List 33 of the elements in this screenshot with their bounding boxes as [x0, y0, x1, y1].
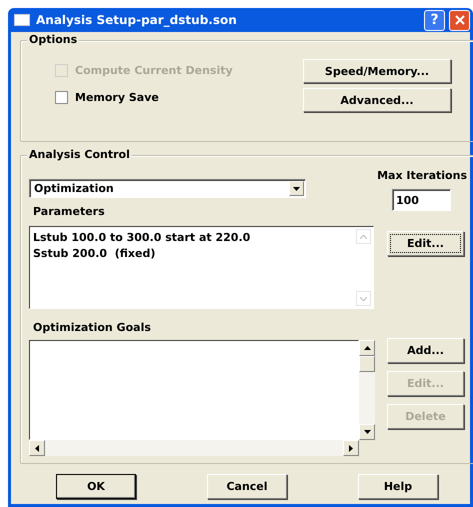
- dialog-button[interactable]: Cancel: [207, 474, 287, 499]
- scroll-thumb[interactable]: [359, 356, 375, 372]
- window-title: Analysis Setup-par_dstub.son: [36, 13, 238, 27]
- close-icon: [454, 15, 464, 25]
- group-title: Options: [27, 33, 80, 46]
- parameters-label: Parameters: [33, 205, 105, 218]
- close-button[interactable]: [449, 10, 470, 30]
- dialog-button[interactable]: Help: [358, 474, 438, 499]
- left-arrow-icon: [35, 444, 39, 452]
- parameter-item[interactable]: Lstub 100.0 to 300.0 start at 220.0: [33, 230, 250, 246]
- right-arrow-icon: [349, 444, 353, 452]
- mode-dropdown[interactable]: Optimization: [29, 179, 306, 198]
- dialog-button[interactable]: Advanced...: [303, 88, 451, 112]
- up-arrow-icon: [364, 346, 370, 350]
- dialog-button[interactable]: Speed/Memory...: [303, 59, 451, 83]
- caret-icon: [293, 186, 300, 190]
- scroll-bar[interactable]: [359, 340, 375, 440]
- help-button[interactable]: ?: [424, 10, 445, 30]
- goal-button[interactable]: Add...: [387, 338, 464, 363]
- checkbox-label: Compute Current Density: [75, 64, 233, 77]
- checkbox-label: Memory Save: [75, 91, 159, 104]
- parameter-item[interactable]: Sstub 200.0 (fixed): [33, 246, 250, 262]
- edit-button[interactable]: Edit...: [387, 231, 464, 256]
- goals-label: Optimization Goals: [33, 321, 151, 334]
- down-arrow-icon: [364, 430, 370, 434]
- dialog-button[interactable]: OK: [56, 474, 136, 499]
- group-title: Analysis Control: [27, 148, 132, 161]
- horizontal-scroll-bar[interactable]: [29, 440, 359, 456]
- max-iterations-label: Max Iterations: [377, 169, 467, 182]
- window-icon: [14, 14, 30, 26]
- checkbox[interactable]: [55, 91, 68, 104]
- scroll-bar[interactable]: [356, 229, 371, 306]
- max-iterations-field[interactable]: 100: [392, 189, 451, 211]
